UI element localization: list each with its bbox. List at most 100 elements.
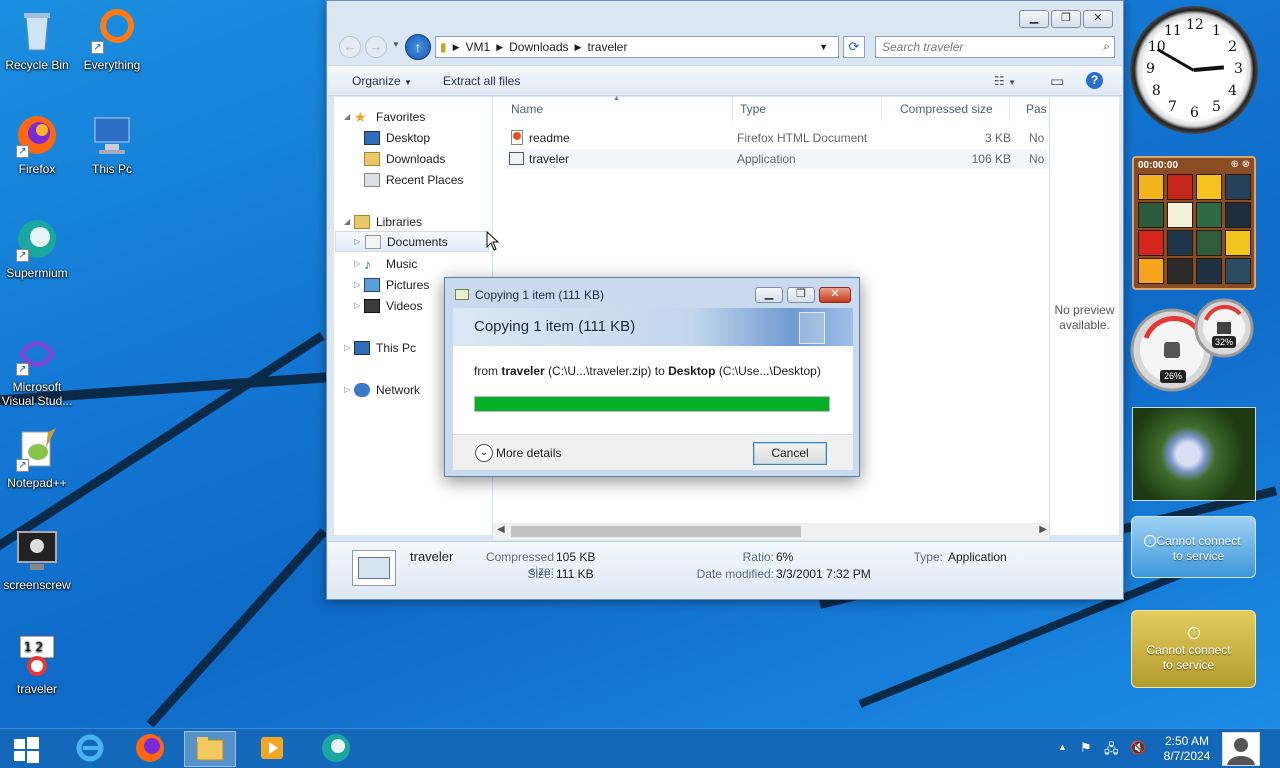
- start-button[interactable]: [0, 731, 52, 767]
- puzzle-tile[interactable]: [1167, 174, 1193, 200]
- nav-recent-places[interactable]: Recent Places: [364, 169, 463, 190]
- nav-videos[interactable]: ▷ Videos: [354, 295, 422, 316]
- desktop-icon-traveler[interactable]: 1 2 traveler: [0, 632, 74, 696]
- desktop-icon-visual-studio[interactable]: ↗ Microsoft Visual Stud...: [0, 330, 74, 408]
- desktop-icon-recycle-bin[interactable]: Recycle Bin: [0, 8, 74, 72]
- puzzle-options-icon[interactable]: ⊕ ⊗: [1230, 159, 1250, 170]
- back-button[interactable]: ←: [339, 36, 361, 58]
- search-input[interactable]: Search traveler ⌕: [875, 36, 1115, 58]
- nav-this-pc[interactable]: ▷ This Pc: [344, 337, 416, 358]
- puzzle-tile[interactable]: [1167, 202, 1193, 228]
- desktop-icon-firefox[interactable]: ↗ Firefox: [0, 112, 74, 176]
- taskbar-media-player[interactable]: [246, 731, 298, 767]
- nav-libraries[interactable]: ◢ Libraries: [344, 211, 422, 232]
- scroll-right-icon[interactable]: ▶: [1039, 524, 1047, 535]
- puzzle-tile[interactable]: [1225, 230, 1251, 256]
- recent-pages-chevron-icon[interactable]: ▼: [392, 40, 400, 49]
- puzzle-tile[interactable]: [1138, 202, 1164, 228]
- close-button[interactable]: ✕: [1083, 10, 1113, 28]
- up-button[interactable]: ↑: [405, 34, 431, 60]
- organize-menu[interactable]: Organize ▼: [352, 74, 412, 88]
- address-bar[interactable]: ▮ ▶ VM1 ▶ Downloads ▶ traveler ▼: [435, 36, 839, 58]
- view-options-icon[interactable]: ☷ ▼: [994, 74, 1016, 88]
- minimize-button[interactable]: ▁: [1019, 10, 1049, 28]
- volume-muted-icon[interactable]: 🔇: [1130, 740, 1146, 768]
- expand-arrow-icon[interactable]: ▷: [354, 259, 360, 268]
- desktop-icon-screenscrew[interactable]: screenscrew: [0, 528, 74, 592]
- more-details-toggle[interactable]: ⌄ More details: [475, 444, 561, 462]
- table-row[interactable]: traveler Application 106 KB No: [507, 149, 1047, 169]
- desktop-icon-everything[interactable]: ↗ Everything: [75, 8, 149, 72]
- computer-icon: [354, 340, 370, 355]
- taskbar-internet-explorer[interactable]: [64, 731, 116, 767]
- extract-all-button[interactable]: Extract all files: [443, 74, 520, 88]
- breadcrumb-traveler[interactable]: traveler: [587, 40, 627, 54]
- show-hidden-icons-button[interactable]: ▲: [1058, 742, 1067, 768]
- breadcrumb-vm1[interactable]: VM1: [466, 40, 491, 54]
- dialog-minimize-button[interactable]: ▁: [755, 287, 783, 303]
- nav-favorites[interactable]: ◢ ★ Favorites: [344, 106, 425, 127]
- expand-arrow-icon[interactable]: ▷: [354, 301, 360, 310]
- forward-button[interactable]: →: [365, 36, 387, 58]
- taskbar-file-explorer[interactable]: [184, 731, 236, 767]
- breadcrumb-downloads[interactable]: Downloads: [509, 40, 568, 54]
- puzzle-tile[interactable]: [1138, 230, 1164, 256]
- user-avatar[interactable]: [1222, 732, 1260, 766]
- currency-gadget[interactable]: i Cannot connect to service: [1131, 610, 1256, 688]
- expand-arrow-icon[interactable]: ▷: [354, 280, 360, 289]
- nav-pictures[interactable]: ▷ Pictures: [354, 274, 429, 295]
- expand-arrow-icon[interactable]: ▷: [344, 385, 350, 394]
- dialog-banner: Copying 1 item (111 KB): [453, 308, 853, 346]
- refresh-button[interactable]: ⟳: [843, 36, 865, 58]
- horizontal-scrollbar[interactable]: ◀ ▶: [493, 523, 1049, 540]
- nav-desktop[interactable]: Desktop: [364, 127, 430, 148]
- puzzle-tile[interactable]: [1225, 202, 1251, 228]
- dialog-close-button[interactable]: ✕: [819, 287, 851, 303]
- taskbar-supermium[interactable]: [310, 731, 362, 767]
- cancel-button[interactable]: Cancel: [753, 442, 827, 465]
- maximize-button[interactable]: ❐: [1051, 10, 1081, 28]
- nav-music[interactable]: ▷ ♪ Music: [354, 253, 417, 274]
- column-header-password[interactable]: Pas: [1009, 97, 1049, 121]
- puzzle-tile[interactable]: [1225, 174, 1251, 200]
- puzzle-tile[interactable]: [1167, 230, 1193, 256]
- preview-pane-icon[interactable]: ▭: [1050, 72, 1064, 90]
- network-tray-icon[interactable]: 🖧: [1104, 740, 1119, 768]
- help-icon[interactable]: ?: [1086, 72, 1103, 89]
- slideshow-gadget[interactable]: [1132, 407, 1256, 501]
- puzzle-tile[interactable]: [1196, 230, 1222, 256]
- puzzle-tile[interactable]: [1138, 258, 1164, 284]
- puzzle-tile[interactable]: [1196, 258, 1222, 284]
- cpu-percent: 26%: [1160, 370, 1186, 383]
- expand-arrow-icon[interactable]: ▷: [354, 237, 360, 246]
- desktop-icon-notepadpp[interactable]: ↗ Notepad++: [0, 426, 74, 490]
- puzzle-tile[interactable]: [1167, 258, 1193, 284]
- collapse-arrow-icon[interactable]: ◢: [344, 112, 350, 121]
- puzzle-tile[interactable]: [1196, 202, 1222, 228]
- clock-gadget[interactable]: 12 1 2 3 4 5 6 7 8 9 10 11: [1130, 6, 1258, 134]
- action-center-flag-icon[interactable]: ⚑: [1080, 740, 1092, 768]
- videos-icon: [364, 298, 380, 313]
- table-row[interactable]: readme Firefox HTML Document 3 KB No: [507, 128, 1047, 148]
- taskbar-clock[interactable]: 2:50 AM 8/7/2024: [1154, 734, 1220, 764]
- desktop-icon-supermium[interactable]: ↗ Supermium: [0, 216, 74, 280]
- nav-documents[interactable]: ▷ Documents: [335, 231, 489, 252]
- scrollbar-thumb[interactable]: [511, 526, 801, 537]
- weather-gadget[interactable]: i Cannot connect to service: [1131, 516, 1256, 578]
- column-header-type[interactable]: Type: [722, 97, 882, 121]
- expand-arrow-icon[interactable]: ▷: [344, 343, 350, 352]
- scroll-left-icon[interactable]: ◀: [497, 524, 505, 535]
- puzzle-tile[interactable]: [1225, 258, 1251, 284]
- puzzle-tile[interactable]: [1196, 174, 1222, 200]
- collapse-arrow-icon[interactable]: ◢: [344, 217, 350, 226]
- taskbar-firefox[interactable]: [124, 731, 176, 767]
- nav-network[interactable]: ▷ Network: [344, 379, 420, 400]
- picture-puzzle-gadget[interactable]: 00:00:00 ⊕ ⊗: [1132, 156, 1256, 290]
- desktop-icon-this-pc[interactable]: This Pc: [75, 112, 149, 176]
- nav-downloads[interactable]: Downloads: [364, 148, 445, 169]
- column-header-compressed-size[interactable]: Compressed size: [882, 97, 1010, 121]
- address-dropdown-icon[interactable]: ▼: [819, 42, 828, 52]
- dialog-maximize-button[interactable]: ❐: [787, 287, 815, 303]
- puzzle-tile[interactable]: [1138, 174, 1164, 200]
- cpu-meter-gadget[interactable]: 26% 32%: [1130, 298, 1256, 396]
